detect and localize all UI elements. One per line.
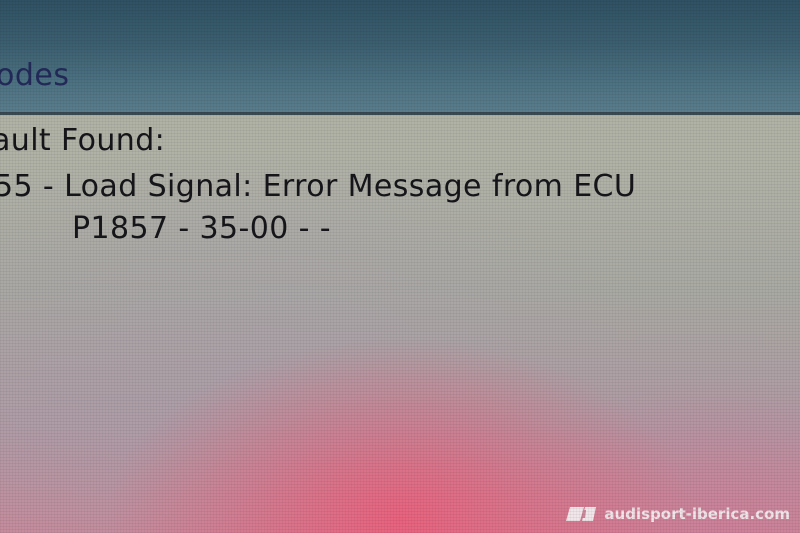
watermark: audisport-iberica.com: [564, 505, 790, 523]
header-bar: odes: [0, 0, 800, 115]
watermark-text: audisport-iberica.com: [604, 505, 790, 523]
fault-found-heading: ault Found:: [0, 123, 166, 158]
fault-panel: ault Found: 55 - Load Signal: Error Mess…: [0, 115, 800, 533]
fault-code: P1857 - 35-00 - -: [72, 211, 332, 246]
screen-photo: odes ault Found: 55 - Load Signal: Error…: [0, 0, 800, 533]
fault-description: 55 - Load Signal: Error Message from ECU: [0, 169, 637, 204]
header-title: odes: [0, 58, 70, 93]
audisport-logo-icon: [566, 507, 597, 521]
